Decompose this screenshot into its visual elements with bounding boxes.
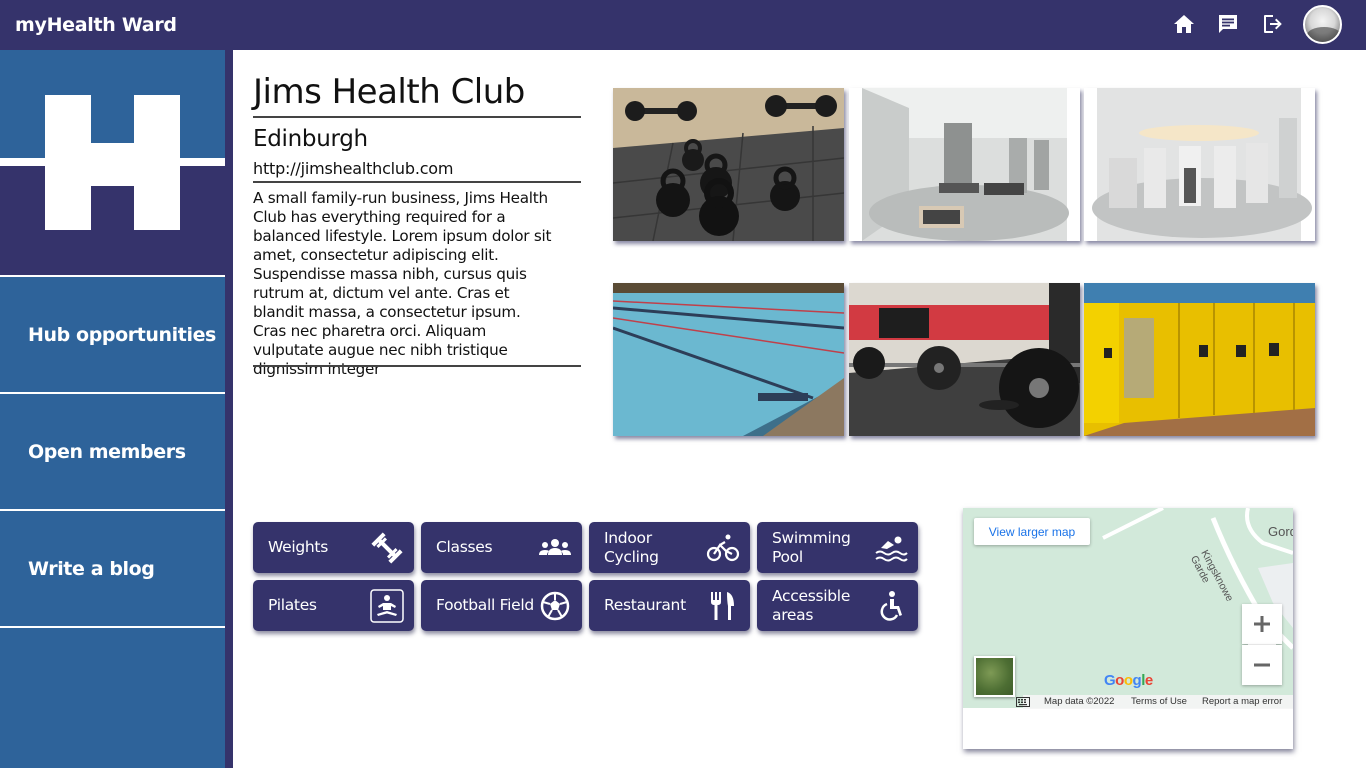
gallery-photo-lockers[interactable] [1084,283,1315,436]
group-icon [539,539,571,555]
report-error-link[interactable]: Report a map error [1202,696,1282,707]
facility-football-field[interactable]: Football Field [421,580,582,631]
club-city: Edinburgh [253,126,368,152]
divider [253,181,581,183]
place-label: Gordo [1268,524,1293,539]
terms-link[interactable]: Terms of Use [1131,696,1187,707]
facility-classes[interactable]: Classes [421,522,582,573]
divider [253,365,581,367]
club-name: Jims Health Club [253,72,525,112]
accessible-icon [880,591,902,621]
h-logo-icon [0,95,225,230]
facility-swimming-pool[interactable]: Swimming Pool [757,522,918,573]
bike-icon [706,534,740,562]
map-data-text: Map data ©2022 [1044,696,1115,707]
location-map[interactable]: Kingsknowe Garde Gordo View larger map G… [963,508,1293,749]
football-icon [540,591,570,621]
sidebar-item-open-members[interactable]: Open members [0,394,225,509]
zoom-divider [1248,644,1276,645]
minus-icon [1254,663,1270,667]
facility-label: Weights [268,538,328,556]
zoom-out-button[interactable] [1242,645,1282,685]
map-attribution: Map data ©2022 Terms of Use Report a map… [1016,695,1293,709]
view-larger-map-link[interactable]: View larger map [974,518,1090,545]
logout-icon[interactable] [1260,12,1284,36]
sidebar-item-label: Write a blog [28,558,155,580]
home-icon[interactable] [1172,12,1196,36]
facility-label: Accessible areas [772,586,851,624]
facility-label: Restaurant [604,596,686,614]
facility-weights[interactable]: Weights [253,522,414,573]
sidebar-divider [0,626,225,628]
dumbbell-icon [371,532,403,564]
sidebar-item-write-a-blog[interactable]: Write a blog [0,511,225,626]
gallery-photo-gym-room[interactable] [849,88,1080,241]
restaurant-icon [711,592,734,620]
keyboard-icon[interactable] [1016,697,1030,707]
gallery-photo-swimming-pool[interactable] [613,283,844,436]
facility-label: Swimming Pool [772,528,851,566]
facility-label: Football Field [436,596,534,614]
zoom-in-button[interactable] [1242,604,1282,644]
google-logo: Google [1104,672,1153,689]
top-bar: myHealth Ward [0,0,1366,50]
sidebar-item-hub-opportunities[interactable]: Hub opportunities [0,277,225,392]
gallery-photo-barbells[interactable] [849,283,1080,436]
facility-label: Indoor Cycling [604,528,659,566]
facility-label: Pilates [268,596,317,614]
sidebar-item-label: Open members [28,441,186,463]
plus-icon [1254,616,1270,632]
user-avatar[interactable] [1303,5,1342,44]
brand-logo[interactable] [0,50,225,275]
swimming-icon [875,536,908,562]
sidebar-item-label: Hub opportunities [28,324,216,346]
facility-restaurant[interactable]: Restaurant [589,580,750,631]
divider [253,116,581,118]
chat-icon[interactable] [1216,12,1240,36]
satellite-toggle[interactable] [974,656,1015,697]
gallery-photo-gym-circle[interactable] [1084,88,1315,241]
app-title[interactable]: myHealth Ward [15,14,177,36]
facility-label: Classes [436,538,493,556]
facility-indoor-cycling[interactable]: Indoor Cycling [589,522,750,573]
facility-accessible-areas[interactable]: Accessible areas [757,580,918,631]
facility-pilates[interactable]: Pilates [253,580,414,631]
club-description: A small family-run business, Jims Health… [253,189,552,378]
pilates-icon [370,589,404,623]
sidebar-edge [225,50,233,768]
club-website-link[interactable]: http://jimshealthclub.com [253,159,453,178]
gallery-photo-kettlebells[interactable] [613,88,844,241]
